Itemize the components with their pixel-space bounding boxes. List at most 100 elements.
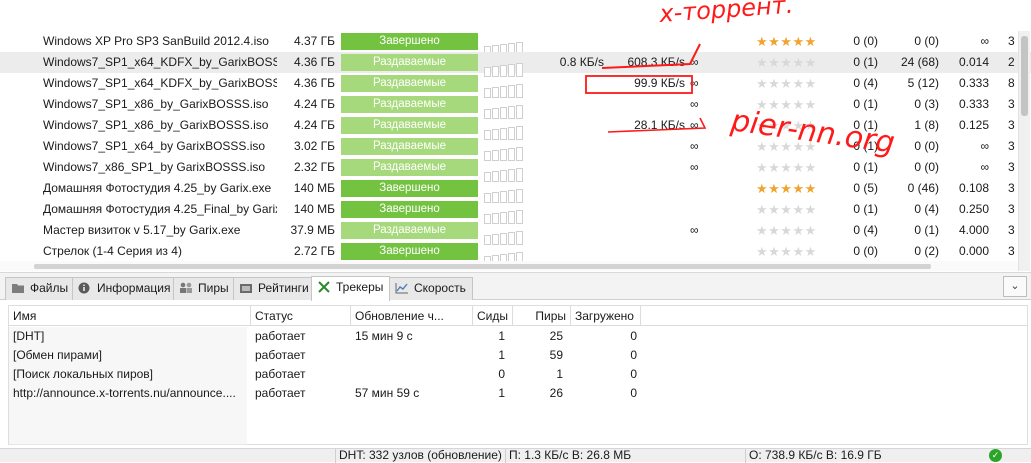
torrent-row[interactable]: Домашняя Фотостудия 4.25_by Garix.exe 140…	[0, 178, 1031, 203]
status-upload[interactable]: О: 738.9 КБ/с В: 16.9 ГБ	[745, 449, 985, 463]
connection-ok-icon[interactable]: ✓	[989, 449, 1002, 462]
tab-trackers[interactable]: Трекеры	[311, 276, 391, 301]
availability-bars	[484, 182, 524, 203]
tracker-row[interactable]: [Поиск локальных пиров] работает 0 1 0	[9, 365, 1027, 384]
torrent-row[interactable]: Windows7_SP1_x86_by_GarixBOSSS.iso 4.24 Г…	[0, 115, 1031, 140]
column-header-status[interactable]: Статус	[251, 306, 351, 326]
eta	[690, 31, 720, 52]
trackers-table[interactable]: Имя Статус Обновление ч... Сиды Пиры Заг…	[8, 305, 1028, 445]
status-bar: DHT: 332 узлов (обновление) П: 1.3 КБ/с …	[0, 448, 1031, 463]
seeds-count: 0 (1)	[853, 55, 878, 69]
peers-count: 0 (3)	[914, 97, 939, 111]
tracker-peers: 25	[549, 329, 563, 343]
tracker-row[interactable]: http://announce.x-torrents.nu/announce..…	[9, 384, 1027, 403]
column-header-downloaded[interactable]: Загружено	[571, 306, 641, 326]
torrent-row[interactable]: Домашняя Фотостудия 4.25_Final_by Garix.…	[0, 199, 1031, 224]
collapse-panel-button[interactable]: ⌄	[1003, 276, 1027, 297]
torrent-size: 140 МБ	[293, 202, 335, 216]
download-speed	[545, 31, 604, 52]
torrent-size: 2.32 ГБ	[293, 160, 335, 174]
column-header-peers[interactable]: Пиры	[513, 306, 571, 326]
tab-ratings[interactable]: Рейтинги	[233, 277, 316, 300]
status-download[interactable]: П: 1.3 КБ/с В: 26.8 МБ	[505, 449, 745, 463]
scrollbar-thumb[interactable]	[1021, 36, 1028, 116]
torrent-name: Windows7_SP1_x86_by_GarixBOSSS.iso	[43, 118, 269, 132]
tab-files[interactable]: Файлы	[5, 277, 76, 300]
download-speed	[545, 94, 604, 115]
tracker-peers: 59	[549, 348, 563, 362]
share-ratio: 0.333	[958, 97, 989, 111]
tracker-next-update: 57 мин 59 с	[355, 386, 420, 400]
eta	[690, 241, 720, 262]
availability-bars	[484, 140, 524, 161]
torrent-size: 4.37 ГБ	[293, 34, 335, 48]
seeds-count: 0 (1)	[853, 97, 878, 111]
availability-bars	[484, 245, 524, 266]
tracker-next-update	[355, 346, 473, 365]
share-ratio: 0.000	[958, 244, 989, 258]
column-header-seeds[interactable]: Сиды	[473, 306, 513, 326]
download-speed	[545, 220, 604, 241]
folder-icon	[12, 284, 24, 293]
torrent-status-bar: Раздаваемые	[341, 117, 478, 134]
torrent-row[interactable]: Windows7_SP1_x86_by_GarixBOSSS.iso 4.24 Г…	[0, 94, 1031, 119]
torrent-name: Стрелок (1-4 Серия из 4)	[43, 244, 182, 258]
torrent-size: 4.24 ГБ	[293, 97, 335, 111]
tracker-downloaded: 0	[630, 367, 637, 381]
tracker-status: работает	[255, 367, 306, 381]
torrent-name: Windows XP Pro SP3 SanBuild 2012.4.iso	[43, 34, 269, 48]
torrent-row[interactable]: Мастер визиток v 5.17_by Garix.exe 37.9 М…	[0, 220, 1031, 245]
seeds-count: 0 (1)	[853, 160, 878, 174]
column-header-update[interactable]: Обновление ч...	[351, 306, 473, 326]
torrent-name: Windows7_SP1_x64_KDFX_by_GarixBOSSS.iso	[43, 76, 277, 90]
share-ratio: ∞	[980, 160, 989, 174]
scrollbar-thumb[interactable]	[34, 264, 931, 269]
torrent-list-horizontal-scrollbar[interactable]	[0, 261, 1018, 271]
tracker-seeds: 0	[498, 367, 505, 381]
torrent-row[interactable]: Windows XP Pro SP3 SanBuild 2012.4.iso 4.…	[0, 31, 1031, 56]
availability-bars	[484, 98, 524, 119]
torrent-row[interactable]: Windows7_x86_SP1_by GarixBOSSS.iso 2.32 Г…	[0, 157, 1031, 182]
download-speed	[545, 115, 604, 136]
seeds-count: 0 (4)	[853, 223, 878, 237]
tracker-seeds: 1	[498, 386, 505, 400]
eta: ∞	[690, 160, 699, 174]
share-ratio: 0.250	[958, 202, 989, 216]
torrent-list-vertical-scrollbar[interactable]	[1018, 31, 1030, 271]
eta: ∞	[690, 223, 699, 237]
peers-count: 0 (1)	[914, 223, 939, 237]
torrent-name: Мастер визиток v 5.17_by Garix.exe	[43, 223, 241, 237]
torrent-list[interactable]: Windows XP Pro SP3 SanBuild 2012.4.iso 4.…	[0, 31, 1031, 266]
tracker-downloaded: 0	[630, 329, 637, 343]
tracker-row[interactable]: [DHT] работает 15 мин 9 с 1 25 0	[9, 327, 1027, 346]
rating-stars: ★★★★★	[756, 139, 817, 154]
rating-stars: ★★★★★	[756, 202, 817, 217]
torrent-row[interactable]: Windows7_SP1_x64_by GarixBOSSS.iso 3.02 Г…	[0, 136, 1031, 161]
upload-speed	[610, 199, 685, 220]
upload-speed	[610, 94, 685, 115]
torrent-row[interactable]: Стрелок (1-4 Серия из 4) 2.72 ГБ Завершено…	[0, 241, 1031, 266]
torrent-status-bar: Завершено	[341, 180, 478, 197]
torrent-status-bar: Раздаваемые	[341, 96, 478, 113]
status-dht[interactable]: DHT: 332 узлов (обновление)	[335, 449, 505, 463]
peers-count: 0 (46)	[907, 181, 939, 195]
tab-peers[interactable]: Пиры	[173, 277, 236, 300]
column-header-name[interactable]: Имя	[9, 306, 251, 326]
availability-bars	[484, 56, 524, 77]
tab-label: Информация	[97, 281, 171, 295]
peers-count: 0 (0)	[914, 160, 939, 174]
rating-stars: ★★★★★	[756, 223, 817, 238]
torrent-row[interactable]: Windows7_SP1_x64_KDFX_by_GarixBOSSS.iso 4…	[0, 73, 1031, 98]
tracker-seeds: 1	[498, 329, 505, 343]
tracker-row[interactable]: [Обмен пирами] работает 1 59 0	[9, 346, 1027, 365]
download-speed	[545, 199, 604, 220]
tab-info[interactable]: Информация	[72, 277, 178, 300]
seeds-count: 0 (5)	[853, 181, 878, 195]
availability-bars	[484, 35, 524, 56]
tracker-seeds: 1	[498, 348, 505, 362]
torrent-status-bar: Завершено	[341, 201, 478, 218]
torrent-row[interactable]: Windows7_SP1_x64_KDFX_by_GarixBOSSS.iso 4…	[0, 52, 1031, 77]
tab-speed[interactable]: Скорость	[389, 277, 473, 300]
rating-stars: ★★★★★	[756, 244, 817, 259]
upload-speed: 28.1 КБ/s	[634, 118, 685, 132]
